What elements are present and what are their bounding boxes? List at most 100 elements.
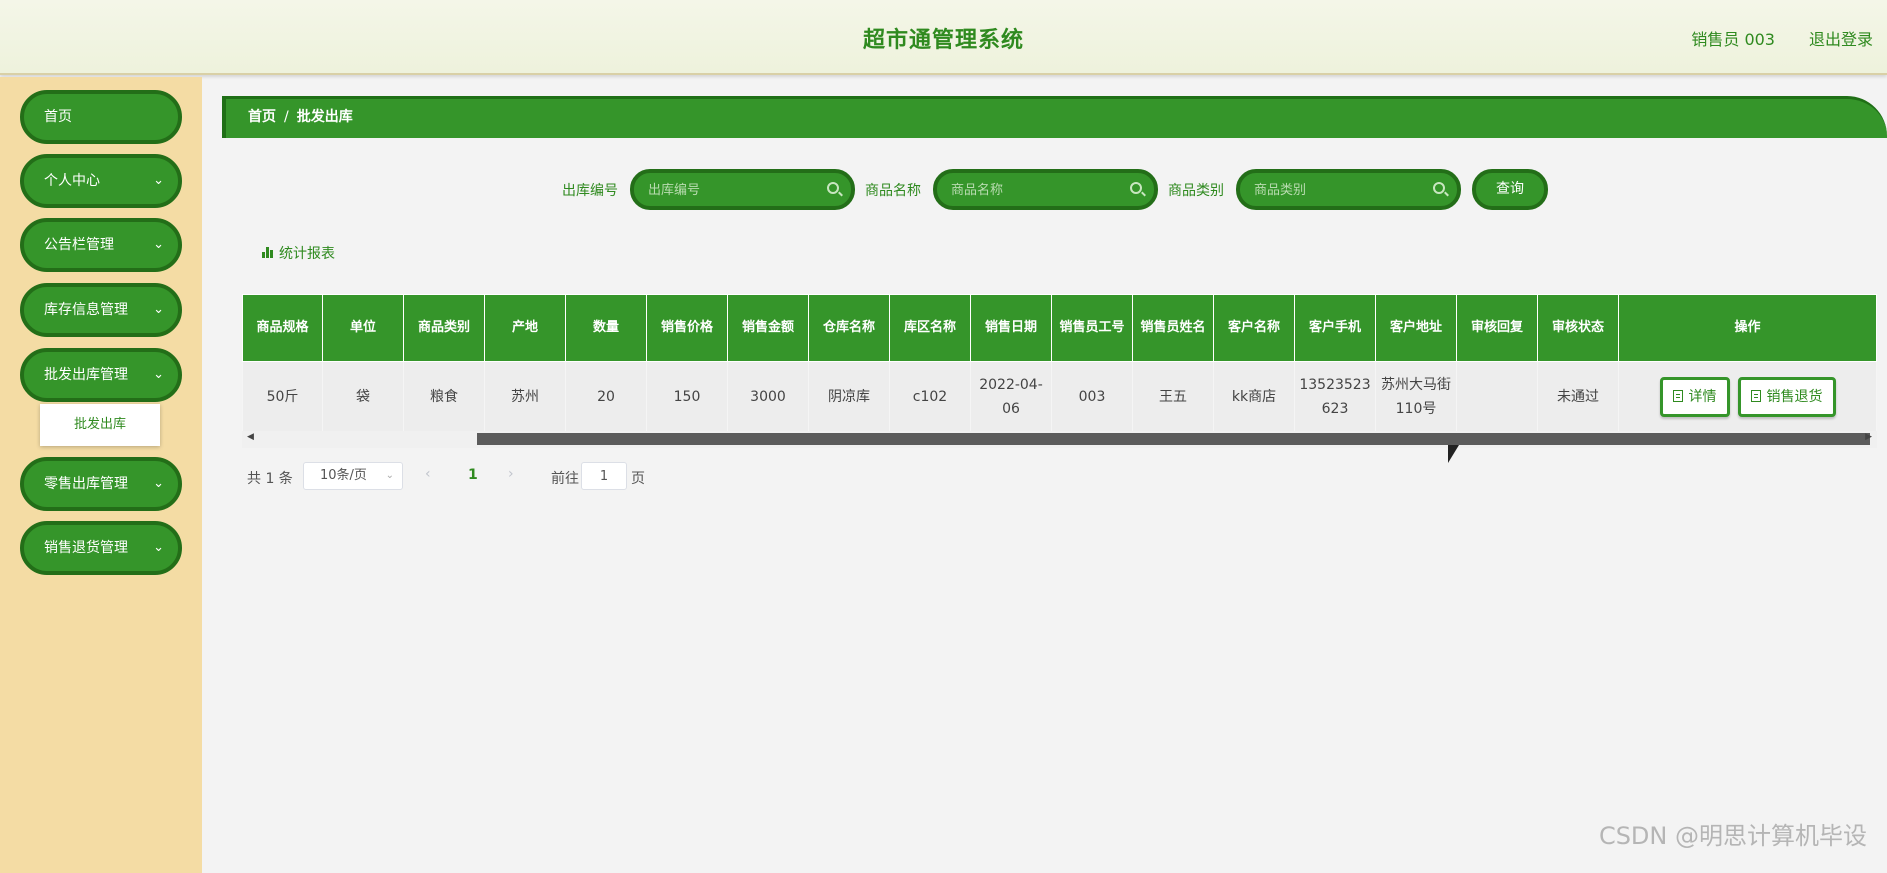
chevron-down-icon: ⌄ xyxy=(153,476,164,491)
sales-return-button[interactable]: 销售退货 xyxy=(1737,376,1836,417)
goto-suffix-label: 页 xyxy=(631,471,645,487)
column-header: 审核状态 xyxy=(1537,294,1619,362)
table-cell: 粮食 xyxy=(403,361,485,432)
mouse-cursor-icon xyxy=(1448,445,1459,463)
sidebar-item-inventory-management[interactable]: 库存信息管理 ⌄ xyxy=(20,283,182,337)
table-cell: kk商店 xyxy=(1213,361,1295,432)
search-field-product-category[interactable] xyxy=(1236,169,1461,210)
table-cell: 2022-04-06 xyxy=(970,361,1052,432)
sidebar-item-label: 批发出库管理 xyxy=(44,367,128,383)
sidebar-item-label: 销售退货管理 xyxy=(44,540,128,556)
sidebar-item-label: 零售出库管理 xyxy=(44,476,128,492)
product-category-input[interactable] xyxy=(1254,179,1424,201)
page-number-current[interactable]: 1 xyxy=(468,467,478,483)
table-cell: 3000 xyxy=(727,361,809,432)
table-cell: 150 xyxy=(646,361,728,432)
prev-page-icon[interactable]: ‹ xyxy=(425,466,431,482)
bar-chart-icon xyxy=(262,247,275,258)
data-table: 商品规格 单位 商品类别 产地 数量 销售价格 销售金额 仓库名称 库区名称 销… xyxy=(242,294,1877,448)
breadcrumb-current: 批发出库 xyxy=(296,109,353,125)
table-cell: 未通过 xyxy=(1537,361,1619,432)
watermark: CSDN @明思计算机毕设 xyxy=(1598,822,1867,850)
goto-page-input[interactable] xyxy=(581,462,627,490)
column-header: 销售员工号 xyxy=(1051,294,1133,362)
column-header: 客户名称 xyxy=(1213,294,1295,362)
column-header: 仓库名称 xyxy=(808,294,890,362)
scroll-left-arrow-icon[interactable]: ◀ xyxy=(247,432,254,442)
search-label-product-name: 商品名称 xyxy=(865,183,921,199)
table-cell: 苏州 xyxy=(484,361,566,432)
table-cell: 袋 xyxy=(322,361,404,432)
search-label-outbound-no: 出库编号 xyxy=(562,183,618,199)
column-header: 库区名称 xyxy=(889,294,971,362)
table-cell: 王五 xyxy=(1132,361,1214,432)
table-cell xyxy=(1456,361,1538,432)
chevron-down-icon: ⌄ xyxy=(153,173,164,188)
sidebar-item-retail-outbound-management[interactable]: 零售出库管理 ⌄ xyxy=(20,457,182,511)
search-label-product-category: 商品类别 xyxy=(1168,183,1224,199)
column-header: 商品类别 xyxy=(403,294,485,362)
table-horizontal-scrollbar[interactable]: ◀ ▶ xyxy=(242,431,1877,448)
document-icon xyxy=(1672,389,1683,402)
column-header: 销售员姓名 xyxy=(1132,294,1214,362)
page-size-select[interactable]: 10条/页 ⌄ xyxy=(303,462,403,490)
search-icon xyxy=(1130,182,1142,194)
scroll-right-arrow-icon[interactable]: ▶ xyxy=(1865,432,1872,442)
table-header-row: 商品规格 单位 商品类别 产地 数量 销售价格 销售金额 仓库名称 库区名称 销… xyxy=(242,294,1877,362)
stats-report-link[interactable]: 统计报表 xyxy=(262,243,335,263)
table-cell: 20 xyxy=(565,361,647,432)
sidebar-subitem-wholesale-outbound[interactable]: 批发出库 xyxy=(40,404,160,446)
table-cell: c102 xyxy=(889,361,971,432)
column-header: 销售金额 xyxy=(727,294,809,362)
sidebar-item-wholesale-outbound-management[interactable]: 批发出库管理 ⌄ xyxy=(20,348,182,402)
column-header: 客户手机 xyxy=(1294,294,1376,362)
sidebar-item-label: 公告栏管理 xyxy=(44,237,114,253)
product-name-input[interactable] xyxy=(951,179,1121,201)
search-icon xyxy=(1433,182,1445,194)
column-header: 单位 xyxy=(322,294,404,362)
chevron-down-icon: ⌄ xyxy=(385,470,394,481)
chevron-down-icon: ⌄ xyxy=(153,367,164,382)
logout-link[interactable]: 退出登录 xyxy=(1809,26,1873,50)
column-header: 客户地址 xyxy=(1375,294,1457,362)
pagination-total: 共 1 条 xyxy=(247,471,293,487)
column-header: 销售价格 xyxy=(646,294,728,362)
sidebar: 首页 个人中心 ⌄ 公告栏管理 ⌄ 库存信息管理 ⌄ 批发出库管理 ⌄ 批发出库… xyxy=(0,77,202,873)
sidebar-item-label: 个人中心 xyxy=(44,173,100,189)
column-header: 审核回复 xyxy=(1456,294,1538,362)
sidebar-item-personal-center[interactable]: 个人中心 ⌄ xyxy=(20,154,182,208)
column-header: 产地 xyxy=(484,294,566,362)
table-cell: 003 xyxy=(1051,361,1133,432)
table-cell: 阴凉库 xyxy=(808,361,890,432)
table-row: 50斤 袋 粮食 苏州 20 150 3000 阴凉库 c102 2022-04… xyxy=(242,361,1877,432)
search-field-outbound-no[interactable] xyxy=(630,169,855,210)
table-cell-actions: 详情 销售退货 xyxy=(1618,361,1877,432)
outbound-no-input[interactable] xyxy=(648,179,818,201)
breadcrumb-separator: / xyxy=(284,109,289,125)
column-header: 商品规格 xyxy=(242,294,323,362)
chevron-down-icon: ⌄ xyxy=(153,237,164,252)
sidebar-item-home[interactable]: 首页 xyxy=(20,90,182,144)
document-icon xyxy=(1750,389,1761,402)
query-button[interactable]: 查询 xyxy=(1472,169,1548,210)
chevron-down-icon: ⌄ xyxy=(153,302,164,317)
column-header: 销售日期 xyxy=(970,294,1052,362)
search-field-product-name[interactable] xyxy=(933,169,1158,210)
table-cell: 50斤 xyxy=(242,361,323,432)
sidebar-item-sales-return-management[interactable]: 销售退货管理 ⌄ xyxy=(20,521,182,575)
top-header: 超市通管理系统 销售员 003 退出登录 xyxy=(0,0,1887,75)
goto-prefix-label: 前往 xyxy=(551,471,579,487)
sidebar-item-label: 库存信息管理 xyxy=(44,302,128,318)
detail-button[interactable]: 详情 xyxy=(1659,376,1730,417)
column-header: 数量 xyxy=(565,294,647,362)
sidebar-item-notice-management[interactable]: 公告栏管理 ⌄ xyxy=(20,218,182,272)
breadcrumb: 首页 / 批发出库 xyxy=(222,96,1887,138)
current-user: 销售员 003 xyxy=(1691,30,1775,49)
table-cell: 苏州大马街110号 xyxy=(1375,361,1457,432)
chevron-down-icon: ⌄ xyxy=(153,540,164,555)
column-header: 操作 xyxy=(1618,294,1877,362)
scrollbar-thumb[interactable] xyxy=(477,433,1870,445)
next-page-icon[interactable]: › xyxy=(508,466,514,482)
page-size-value: 10条/页 xyxy=(320,468,367,483)
breadcrumb-home[interactable]: 首页 xyxy=(248,109,276,125)
